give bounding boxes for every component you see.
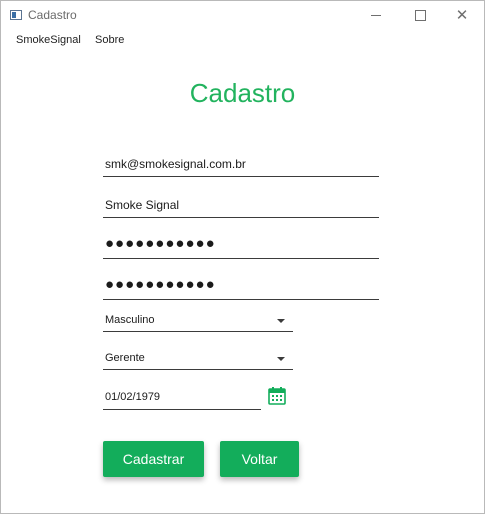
maximize-icon xyxy=(414,9,426,21)
gender-select-value: Masculino xyxy=(105,314,155,326)
gender-select[interactable]: Masculino xyxy=(103,308,293,332)
minimize-button[interactable] xyxy=(354,1,398,29)
role-select[interactable]: Gerente xyxy=(103,346,293,370)
name-field[interactable]: Smoke Signal xyxy=(103,194,379,218)
maximize-button[interactable] xyxy=(398,1,442,29)
minimize-icon xyxy=(371,14,381,16)
page-title: Cadastro xyxy=(189,78,296,108)
app-icon xyxy=(10,10,22,20)
window-title: Cadastro xyxy=(28,8,77,22)
close-button[interactable]: ✕ xyxy=(440,1,484,29)
chevron-down-icon xyxy=(277,319,285,323)
email-field[interactable]: smk@smokesignal.com.br xyxy=(103,153,379,177)
menu-item-sobre[interactable]: Sobre xyxy=(95,34,124,46)
cadastrar-button[interactable]: Cadastrar xyxy=(103,441,204,477)
calendar-icon[interactable] xyxy=(268,387,286,405)
title-bar[interactable]: Cadastro ✕ xyxy=(1,1,484,29)
app-window: Cadastro ✕ SmokeSignal Sobre Cadastro sm… xyxy=(0,0,485,514)
role-select-value: Gerente xyxy=(105,352,145,364)
menu-item-smokesignal[interactable]: SmokeSignal xyxy=(16,34,81,46)
close-icon: ✕ xyxy=(455,6,469,24)
chevron-down-icon xyxy=(277,357,285,361)
birth-date-field[interactable]: 01/02/1979 xyxy=(103,386,261,410)
voltar-button[interactable]: Voltar xyxy=(220,441,299,477)
password-confirm-field[interactable]: ●●●●●●●●●●● xyxy=(103,276,379,300)
password-field[interactable]: ●●●●●●●●●●● xyxy=(103,235,379,259)
menu-bar: SmokeSignal Sobre xyxy=(1,29,484,53)
